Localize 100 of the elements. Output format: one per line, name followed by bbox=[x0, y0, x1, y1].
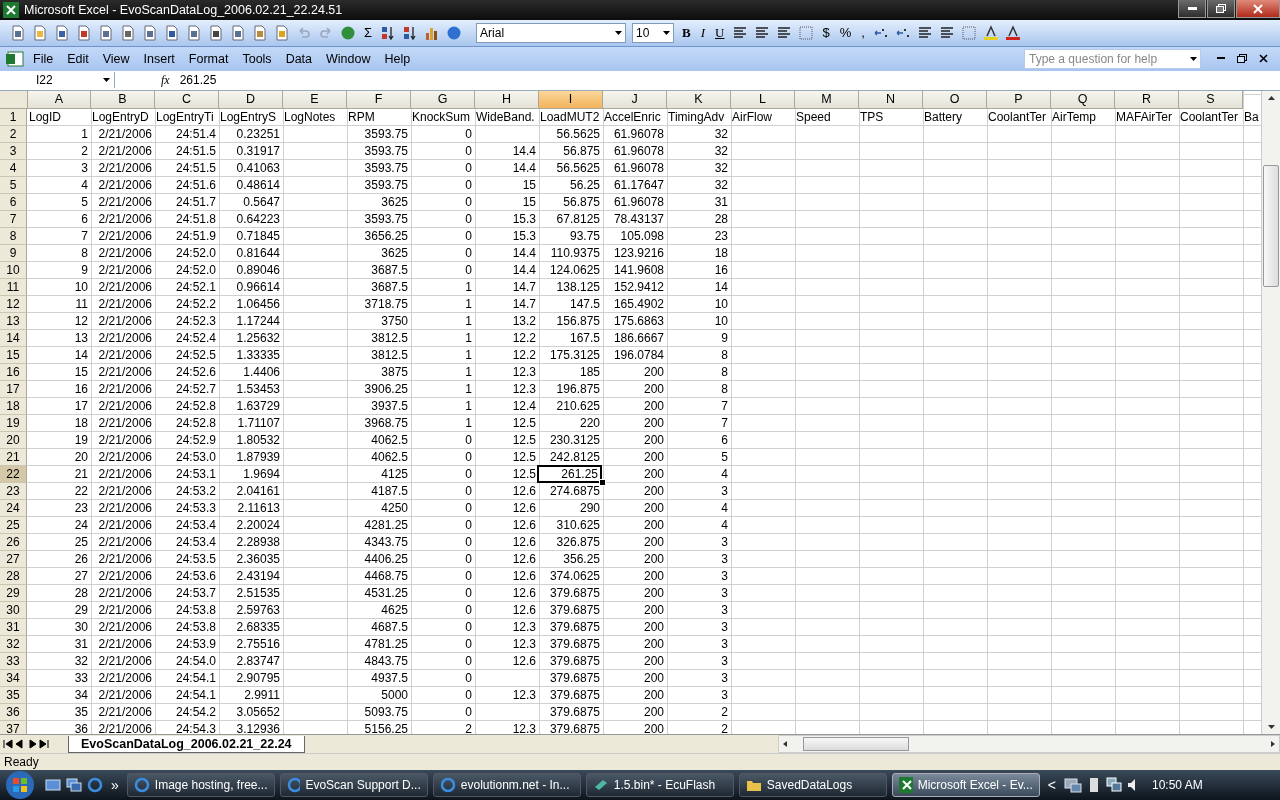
table-cell-text: 15.3 bbox=[511, 227, 537, 245]
switch-windows-icon[interactable] bbox=[66, 778, 82, 792]
table-cell-text: 3937.5 bbox=[370, 397, 409, 415]
table-cell-text: 2/21/2006 bbox=[97, 193, 153, 211]
currency-button[interactable]: $ bbox=[820, 25, 832, 41]
taskbar-button[interactable]: Image hosting, free... bbox=[126, 773, 275, 797]
table-cell-text: 24:53.8 bbox=[174, 601, 217, 619]
overflow-button[interactable]: » bbox=[108, 777, 122, 793]
table-cell-text: 24:52.7 bbox=[174, 380, 217, 398]
tray-expand-button[interactable]: < bbox=[1044, 777, 1059, 793]
browser-icon[interactable] bbox=[87, 777, 103, 793]
menu-item[interactable]: Help bbox=[379, 51, 416, 66]
table-cell-text: 2/21/2006 bbox=[97, 329, 153, 347]
maximize-button[interactable] bbox=[1207, 0, 1235, 18]
close-button[interactable] bbox=[1236, 0, 1280, 18]
minimize-button[interactable] bbox=[1178, 0, 1206, 18]
taskbar-button[interactable]: EvoScan Support D... bbox=[279, 773, 428, 797]
table-cell-text: 24:53.4 bbox=[174, 533, 217, 551]
taskbar-button[interactable]: 1.5.bin* - EcuFlash bbox=[585, 773, 734, 797]
menu-item[interactable]: View bbox=[97, 51, 135, 66]
table-cell-text: 4125 bbox=[380, 465, 409, 483]
decrease-indent-icon[interactable] bbox=[916, 24, 933, 41]
table-cell-text: 2/21/2006 bbox=[97, 720, 153, 735]
font-size-field[interactable]: 10 bbox=[632, 22, 675, 43]
table-cell-text: 2.51535 bbox=[235, 584, 281, 602]
table-cell-text: 24:54.1 bbox=[174, 686, 217, 704]
menu-item[interactable]: Data bbox=[280, 51, 318, 66]
scrollbar-thumb[interactable] bbox=[803, 737, 909, 752]
table-cell-text: 200 bbox=[642, 720, 665, 735]
taskbar-button[interactable]: SavedDataLogs bbox=[738, 773, 887, 797]
italic-button[interactable]: I bbox=[698, 24, 708, 41]
taskbar-button[interactable]: Microsoft Excel - Ev... bbox=[891, 773, 1040, 797]
network-icon[interactable] bbox=[1106, 777, 1122, 793]
autosum-button[interactable]: Σ bbox=[362, 25, 375, 41]
table-cell-text: 56.875 bbox=[562, 142, 601, 160]
table-cell-text: 0 bbox=[464, 567, 473, 585]
table-cell-text: 2/21/2006 bbox=[97, 584, 153, 602]
table-cell-text: 2/21/2006 bbox=[97, 431, 153, 449]
table-cell-text: 4 bbox=[720, 499, 729, 517]
menu-item[interactable]: File bbox=[28, 51, 59, 66]
table-cell-text: 2.90795 bbox=[235, 669, 281, 687]
table-cell-text: 200 bbox=[642, 601, 665, 619]
close-icon[interactable] bbox=[1259, 54, 1268, 64]
network-icon[interactable] bbox=[1064, 777, 1082, 793]
table-cell-text: 61.96078 bbox=[612, 142, 665, 160]
percent-button[interactable]: % bbox=[837, 25, 854, 41]
bold-button[interactable]: B bbox=[680, 24, 693, 41]
show-desktop-icon[interactable] bbox=[45, 778, 61, 792]
table-cell-text: 24:54.3 bbox=[174, 720, 217, 735]
align-center-icon[interactable] bbox=[754, 24, 771, 41]
scrollbar-thumb[interactable] bbox=[1263, 164, 1279, 287]
table-cell-text: 0 bbox=[464, 686, 473, 704]
table-cell-text: 200 bbox=[642, 516, 665, 534]
device-icon[interactable] bbox=[1087, 777, 1101, 793]
align-right-icon[interactable] bbox=[776, 24, 793, 41]
vertical-scrollbar[interactable] bbox=[1261, 90, 1280, 735]
table-cell-text: 4187.5 bbox=[370, 482, 409, 500]
table-cell-text: 3718.75 bbox=[363, 295, 409, 313]
restore-icon[interactable] bbox=[1237, 54, 1247, 64]
table-cell-text: 28 bbox=[713, 210, 729, 228]
table-cell-text: 28 bbox=[73, 584, 89, 602]
table-cell-text: 8 bbox=[720, 346, 729, 364]
table-cell-text: 3 bbox=[720, 550, 729, 568]
taskbar-button[interactable]: evolutionm.net - In... bbox=[432, 773, 581, 797]
menu-item[interactable]: Format bbox=[183, 51, 234, 66]
table-cell-text: 200 bbox=[642, 550, 665, 568]
table-cell-text: 56.25 bbox=[568, 176, 601, 194]
menu-item[interactable]: Window bbox=[321, 51, 376, 66]
table-cell-text: 200 bbox=[642, 652, 665, 670]
align-left-icon[interactable] bbox=[732, 24, 749, 41]
selected-cell[interactable]: 261.25 bbox=[537, 464, 602, 483]
help-search-field[interactable]: Type a question for help bbox=[1024, 48, 1201, 69]
formula-field[interactable]: 261.25 bbox=[175, 73, 217, 88]
new-document-icon[interactable] bbox=[10, 24, 26, 41]
table-cell-text: 1.17244 bbox=[235, 312, 281, 330]
table-cell-text: 2/21/2006 bbox=[97, 652, 153, 670]
table-cell-text: 3 bbox=[720, 584, 729, 602]
table-cell-text: 3687.5 bbox=[370, 261, 409, 279]
table-cell-text: 2/21/2006 bbox=[97, 278, 153, 296]
font-color-icon[interactable] bbox=[1004, 24, 1021, 41]
increase-indent-icon[interactable] bbox=[938, 24, 955, 41]
fill-handle[interactable] bbox=[599, 478, 606, 486]
fill-color-icon[interactable] bbox=[982, 24, 999, 41]
menu-item[interactable]: Edit bbox=[62, 51, 94, 66]
sheet-tab[interactable]: EvoScanDataLog_2006.02.21_22.24 bbox=[68, 735, 305, 753]
menu-item[interactable]: Insert bbox=[138, 51, 180, 66]
menu-item[interactable]: Tools bbox=[237, 51, 277, 66]
table-cell-text: 200 bbox=[642, 448, 665, 466]
table-cell-text: 0.31917 bbox=[235, 142, 281, 160]
table-cell-text: 0 bbox=[464, 448, 473, 466]
table-cell-text: 165.4902 bbox=[612, 295, 665, 313]
font-field[interactable]: Arial bbox=[476, 22, 627, 43]
table-cell-text: 24:53.7 bbox=[174, 584, 217, 602]
horizontal-scrollbar[interactable] bbox=[778, 735, 1280, 754]
table-cell-text: 21 bbox=[73, 465, 89, 483]
minimize-icon[interactable] bbox=[1217, 57, 1225, 61]
comma-button[interactable]: , bbox=[859, 25, 867, 41]
table-cell-text: 16 bbox=[713, 261, 729, 279]
underline-button[interactable]: U bbox=[713, 24, 727, 41]
function-button[interactable]: fx bbox=[161, 72, 170, 88]
